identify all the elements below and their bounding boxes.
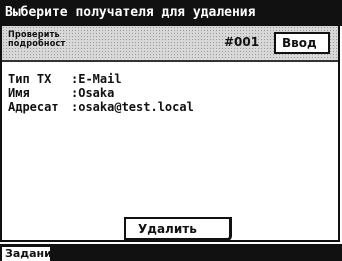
detail-separator: : xyxy=(71,72,79,86)
dialog-title: Выберите получателя для удаления xyxy=(0,0,342,26)
detail-separator: : xyxy=(71,86,79,100)
detail-separator: : xyxy=(71,100,79,114)
check-details-label: Проверить подробност xyxy=(8,30,66,49)
delete-button[interactable]: Удалить xyxy=(124,217,232,241)
detail-row-address: Адресат : osaka@test.local xyxy=(8,100,194,114)
recipient-details: Тип ТХ : E-Mail Имя : Osaka Адресат : os… xyxy=(8,72,194,114)
details-panel: Проверить подробност #001 Ввод Тип ТХ : … xyxy=(0,26,340,242)
detail-value-address: osaka@test.local xyxy=(78,100,194,114)
detail-row-name: Имя : Osaka xyxy=(8,86,194,100)
job-number: #001 xyxy=(224,35,260,49)
header-strip: Проверить подробност #001 Ввод xyxy=(2,26,338,62)
detail-value-tx-type: E-Mail xyxy=(78,72,122,86)
enter-button[interactable]: Ввод xyxy=(274,32,330,54)
detail-key-name: Имя xyxy=(8,86,30,100)
detail-value-name: Osaka xyxy=(78,86,115,100)
detail-key-address: Адресат xyxy=(8,100,59,114)
tab-jobs[interactable]: Задания xyxy=(0,245,59,261)
detail-key-tx-type: Тип ТХ xyxy=(8,72,52,86)
detail-row-tx-type: Тип ТХ : E-Mail xyxy=(8,72,194,86)
